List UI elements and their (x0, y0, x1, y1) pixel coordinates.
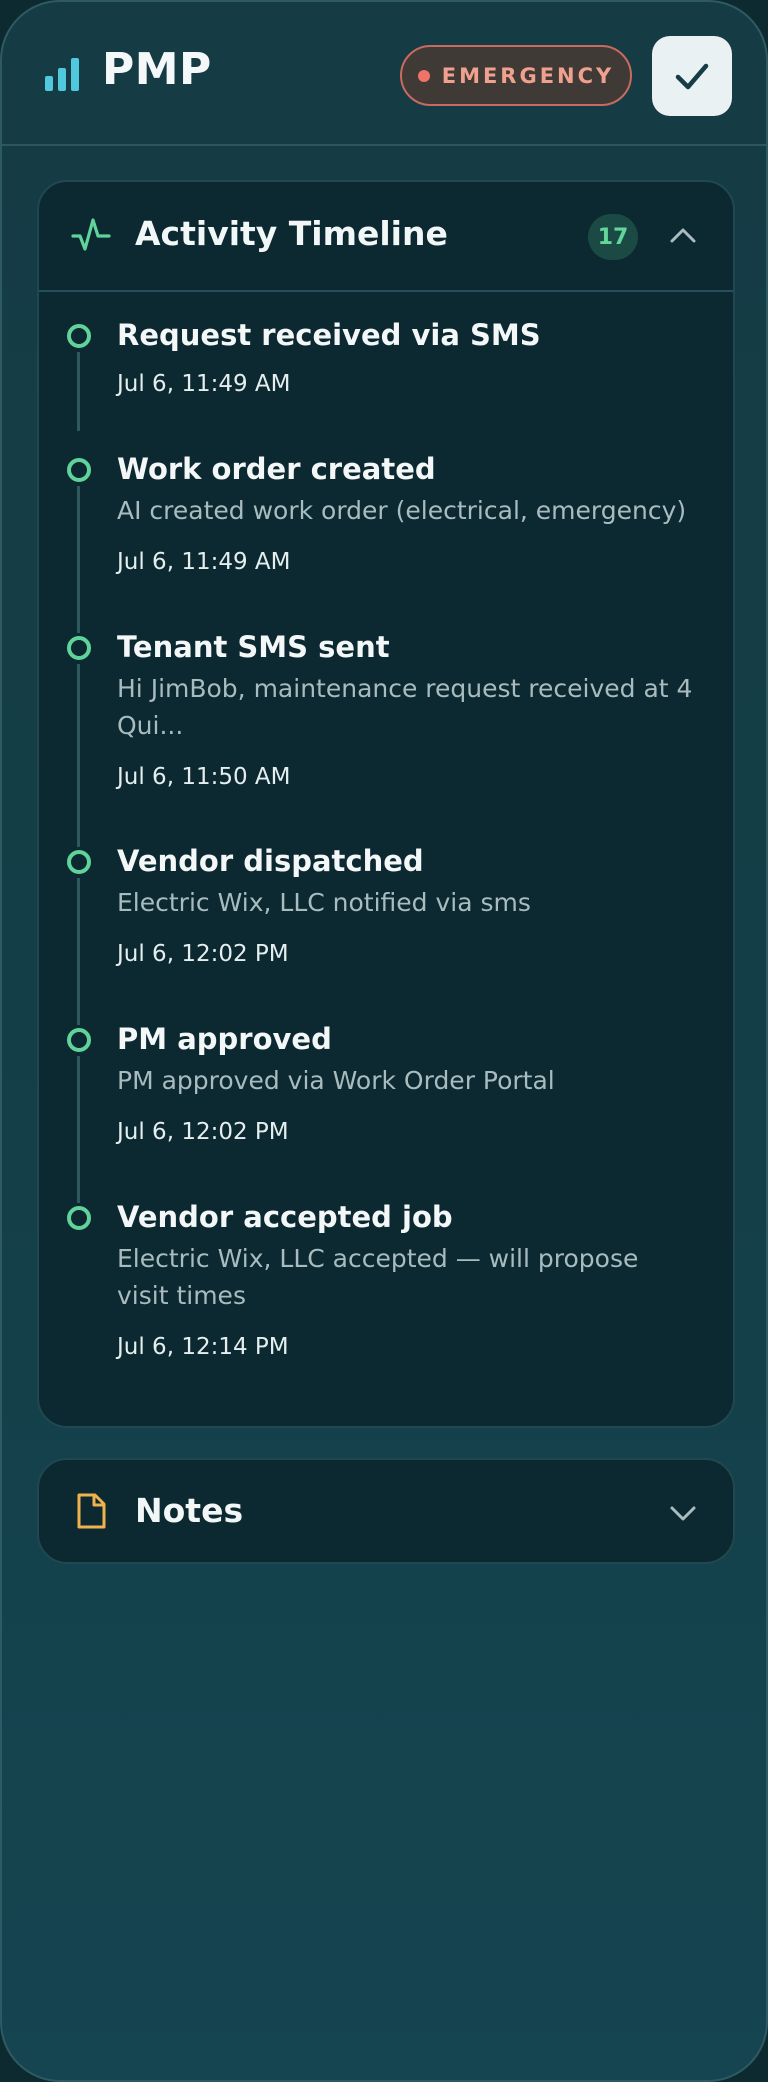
timeline-node-icon (67, 1028, 91, 1052)
notes-header[interactable]: Notes (39, 1460, 733, 1562)
timeline-connector (77, 486, 80, 633)
event-time: Jul 6, 12:02 PM (117, 1119, 289, 1145)
notes-card: Notes (37, 1458, 735, 1564)
app-screen: PMP EMERGENCY Activity Timeline 17 Reque… (0, 0, 768, 2082)
event-time: Jul 6, 11:49 AM (117, 549, 291, 575)
activity-timeline-title: Activity Timeline (135, 214, 448, 253)
event-count-badge: 17 (588, 214, 638, 260)
event-description: Electric Wix, LLC notified via sms (117, 888, 531, 917)
document-icon (77, 1493, 106, 1529)
emergency-label: EMERGENCY (441, 63, 615, 88)
event-title: Vendor accepted job (117, 1200, 453, 1234)
timeline-node-icon (67, 1206, 91, 1230)
timeline-connector (77, 1056, 80, 1203)
notes-title: Notes (135, 1491, 244, 1530)
activity-pulse-icon (71, 218, 111, 251)
emergency-badge: EMERGENCY (400, 45, 632, 106)
timeline-node-icon (67, 324, 91, 348)
checkmark-icon (675, 63, 709, 90)
event-time: Jul 6, 11:49 AM (117, 371, 291, 397)
app-name: PMP (102, 44, 212, 95)
app-header: PMP EMERGENCY (2, 2, 766, 146)
timeline-node-icon (67, 850, 91, 874)
timeline-connector (77, 664, 80, 847)
event-time: Jul 6, 12:02 PM (117, 941, 289, 967)
timeline-node-icon (67, 636, 91, 660)
chevron-down-icon[interactable] (667, 1497, 699, 1529)
event-time: Jul 6, 12:14 PM (117, 1334, 289, 1360)
event-title: Vendor dispatched (117, 844, 424, 878)
event-description: PM approved via Work Order Portal (117, 1066, 555, 1095)
timeline-connector (77, 878, 80, 1025)
event-title: PM approved (117, 1022, 332, 1056)
event-description: Electric Wix, LLC accepted — will propos… (117, 1244, 639, 1310)
activity-timeline-header[interactable]: Activity Timeline 17 (39, 182, 733, 292)
bar-chart-icon (45, 58, 79, 91)
activity-timeline-card: Activity Timeline 17 Request received vi… (37, 180, 735, 1428)
event-title: Request received via SMS (117, 318, 541, 352)
event-description: Hi JimBob, maintenance request received … (117, 674, 693, 740)
chevron-up-icon[interactable] (667, 220, 699, 252)
status-dot-icon (417, 69, 430, 82)
timeline-node-icon (67, 458, 91, 482)
event-title: Work order created (117, 452, 436, 486)
event-title: Tenant SMS sent (117, 630, 390, 664)
event-description: AI created work order (electrical, emerg… (117, 496, 687, 525)
confirm-button[interactable] (652, 36, 732, 116)
timeline-connector (77, 352, 80, 431)
event-time: Jul 6, 11:50 AM (117, 764, 291, 790)
